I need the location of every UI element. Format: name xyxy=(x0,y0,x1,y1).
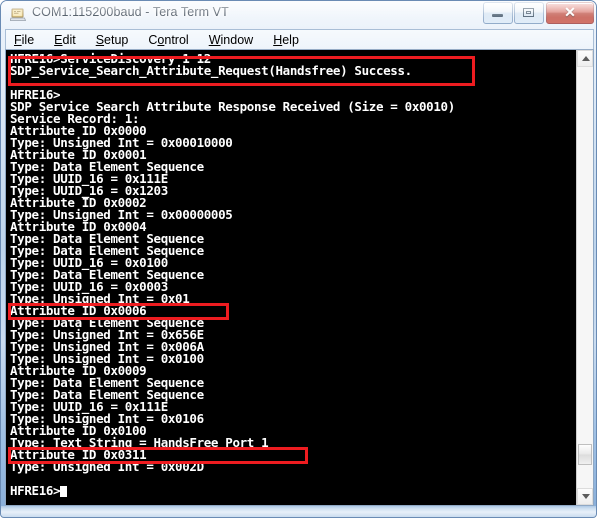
title-bar[interactable]: COM1:115200baud - Tera Term VT ✕ xyxy=(1,1,596,29)
menu-item-file[interactable]: File xyxy=(12,32,36,48)
vertical-scrollbar[interactable] xyxy=(576,50,593,505)
minimize-button[interactable] xyxy=(483,2,513,24)
scrollbar-track[interactable] xyxy=(577,67,593,488)
terminal-frame: HFRE16>ServiceDiscovery 1 12 SDP_Service_… xyxy=(5,49,594,506)
window-title: COM1:115200baud - Tera Term VT xyxy=(32,5,229,19)
menu-item-control[interactable]: Control xyxy=(146,32,190,48)
menu-item-edit[interactable]: Edit xyxy=(52,32,78,48)
menu-item-setup[interactable]: Setup xyxy=(94,32,131,48)
minimize-icon xyxy=(492,14,503,17)
terminal-line: Type: Unsigned Int = 0x002D xyxy=(10,459,204,474)
window-controls: ✕ xyxy=(482,2,594,24)
scrollbar-thumb[interactable] xyxy=(578,444,592,465)
close-button[interactable]: ✕ xyxy=(546,2,594,24)
triangle-up-icon xyxy=(582,56,590,61)
terminal-window-icon xyxy=(9,7,27,23)
close-icon: ✕ xyxy=(564,4,576,20)
menu-item-window[interactable]: Window xyxy=(207,32,255,48)
menu-bar: File Edit Setup Control Window Help xyxy=(5,29,594,49)
triangle-down-icon xyxy=(582,494,590,499)
maximize-button[interactable] xyxy=(514,2,544,24)
terminal-screen[interactable]: HFRE16>ServiceDiscovery 1 12 SDP_Service_… xyxy=(6,50,577,505)
scroll-down-button[interactable] xyxy=(577,488,593,505)
scroll-up-button[interactable] xyxy=(577,50,593,67)
tera-term-window: COM1:115200baud - Tera Term VT ✕ File Ed… xyxy=(0,0,597,518)
maximize-icon xyxy=(523,8,534,17)
menu-item-help[interactable]: Help xyxy=(271,32,301,48)
text-cursor xyxy=(60,486,68,497)
terminal-line: SDP_Service_Search_Attribute_Request(Han… xyxy=(10,63,412,78)
window-bottom-edge xyxy=(1,506,596,517)
terminal-line: HFRE16> xyxy=(10,484,455,497)
terminal-output: HFRE16>ServiceDiscovery 1 12 SDP_Service_… xyxy=(10,52,455,497)
